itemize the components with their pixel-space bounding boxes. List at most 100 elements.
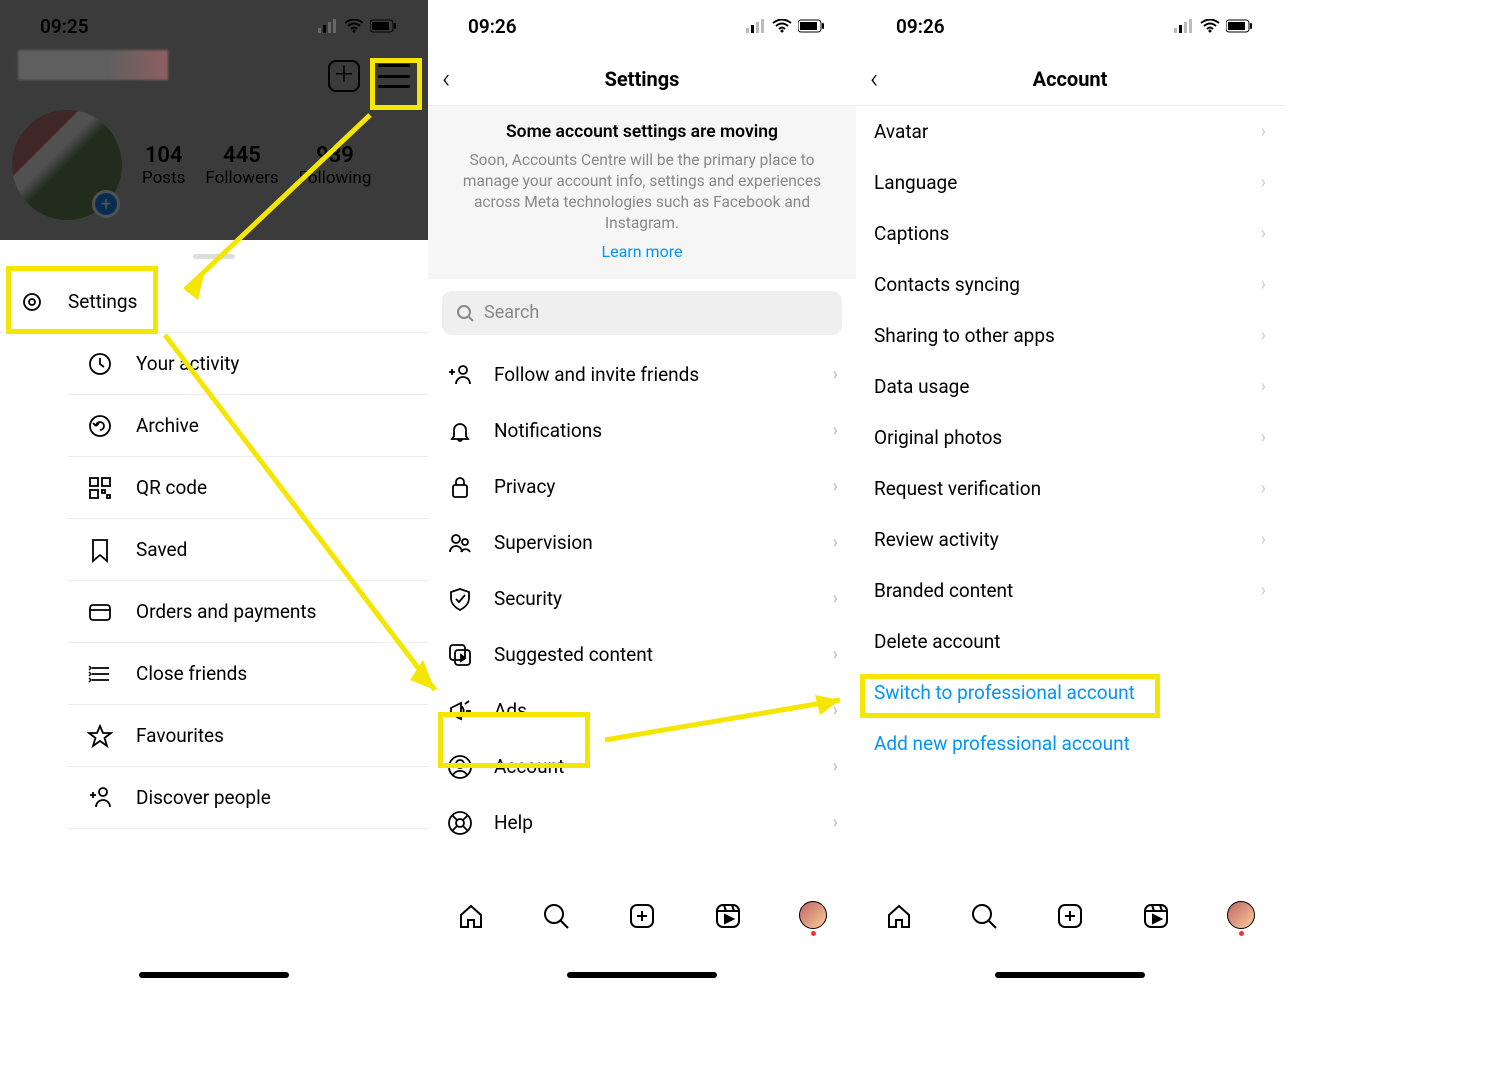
signal-icon <box>318 19 338 33</box>
account-item-review-activity[interactable]: Review activity › <box>856 514 1284 565</box>
chevron-right-icon: › <box>833 532 838 553</box>
page-title: Settings <box>605 67 680 91</box>
account-item-original-photos[interactable]: Original photos› <box>856 412 1284 463</box>
back-button[interactable]: ‹ <box>442 62 450 95</box>
qr-code-icon <box>86 474 114 502</box>
chevron-right-icon: › <box>833 420 838 441</box>
account-label: Sharing to other apps <box>874 324 1055 347</box>
chevron-right-icon: › <box>1261 376 1266 397</box>
chevron-right-icon: › <box>1261 274 1266 295</box>
archive-icon <box>86 412 114 440</box>
chevron-right-icon: › <box>833 756 838 777</box>
orders-icon <box>86 598 114 626</box>
battery-icon <box>370 19 398 33</box>
menu-item-favourites[interactable]: Favourites <box>68 705 428 767</box>
chevron-right-icon: › <box>833 812 838 833</box>
settings-item-security[interactable]: Security › <box>428 571 856 627</box>
settings-item-privacy[interactable]: Privacy› <box>428 459 856 515</box>
page-title: Account <box>1033 67 1108 91</box>
signal-icon <box>1174 19 1194 33</box>
tab-profile[interactable] <box>799 901 827 936</box>
status-bar: 09:26 <box>428 0 856 52</box>
phone-account: 09:26 ‹ Account Avatar›Language›Captions… <box>856 0 1284 1078</box>
account-label: Captions <box>874 222 949 245</box>
your-activity-icon <box>86 350 114 378</box>
account-label: Contacts syncing <box>874 273 1020 296</box>
tab-bar <box>856 888 1284 948</box>
account-item-sharing-apps[interactable]: Sharing to other apps› <box>856 310 1284 361</box>
settings-label: Security <box>494 587 562 610</box>
settings-item-suggested[interactable]: Suggested content› <box>428 627 856 683</box>
chevron-right-icon: › <box>1261 529 1266 550</box>
tab-profile[interactable] <box>1227 901 1255 936</box>
account-label: Request verification <box>874 477 1041 500</box>
tab-reels[interactable] <box>1142 902 1170 934</box>
tab-create[interactable] <box>628 902 656 934</box>
status-time: 09:26 <box>896 15 945 38</box>
chevron-right-icon: › <box>1261 223 1266 244</box>
status-bar: 09:25 <box>0 0 428 52</box>
account-link-label: Add new professional account <box>874 732 1130 755</box>
account-label: Language <box>874 171 957 194</box>
search-input[interactable]: Search <box>442 291 842 335</box>
settings-item-follow-invite[interactable]: Follow and invite friends › <box>428 347 856 403</box>
signal-icon <box>746 19 766 33</box>
account-item-data-usage[interactable]: Data usage › <box>856 361 1284 412</box>
learn-more-link[interactable]: Learn more <box>462 242 822 261</box>
chevron-right-icon: › <box>1261 580 1266 601</box>
settings-header: ‹ Settings <box>428 52 856 106</box>
account-header: ‹ Account <box>856 52 1284 106</box>
menu-item-discover[interactable]: Discover people <box>68 767 428 829</box>
settings-label: Supervision <box>494 531 593 554</box>
tab-reels[interactable] <box>714 902 742 934</box>
settings-label: Privacy <box>494 475 555 498</box>
menu-label: Discover people <box>136 786 271 809</box>
chevron-right-icon: › <box>1261 172 1266 193</box>
account-item-captions[interactable]: Captions › <box>856 208 1284 259</box>
status-time: 09:26 <box>468 15 517 38</box>
close-friends-icon <box>86 660 114 688</box>
tab-search[interactable] <box>970 902 998 934</box>
back-button[interactable]: ‹ <box>870 62 878 95</box>
tab-home[interactable] <box>457 902 485 934</box>
phone-settings: 09:26 ‹ Settings Some account settings a… <box>428 0 856 1078</box>
highlight-hamburger <box>370 58 422 110</box>
discover-icon <box>86 784 114 812</box>
settings-item-supervision[interactable]: Supervision › <box>428 515 856 571</box>
account-link-add-pro[interactable]: Add new professional account <box>856 718 1284 769</box>
account-item-request-verification[interactable]: Request verification› <box>856 463 1284 514</box>
wifi-icon <box>1200 19 1220 33</box>
account-label: Review activity <box>874 528 999 551</box>
settings-label: Follow and invite friends <box>494 363 699 386</box>
home-indicator <box>995 972 1145 978</box>
highlight-switch-pro <box>860 674 1160 718</box>
saved-icon <box>86 536 114 564</box>
chevron-right-icon: › <box>833 588 838 609</box>
account-item-branded-content[interactable]: Branded content› <box>856 565 1284 616</box>
settings-label: Notifications <box>494 419 602 442</box>
wifi-icon <box>344 19 364 33</box>
status-icons <box>318 19 398 33</box>
account-item-avatar[interactable]: Avatar› <box>856 106 1284 157</box>
account-item-language[interactable]: Language › <box>856 157 1284 208</box>
settings-item-help[interactable]: Help› <box>428 795 856 851</box>
status-icons <box>746 19 826 33</box>
accounts-centre-notice: Some account settings are moving Soon, A… <box>428 106 856 279</box>
battery-icon <box>1226 19 1254 33</box>
favourites-icon <box>86 722 114 750</box>
account-item-delete-account[interactable]: Delete account <box>856 616 1284 667</box>
settings-item-notifications[interactable]: Notifications › <box>428 403 856 459</box>
username-redacted <box>18 50 168 80</box>
settings-label: Suggested content <box>494 643 653 666</box>
search-placeholder: Search <box>484 302 539 323</box>
battery-icon <box>798 19 826 33</box>
search-icon <box>456 304 474 322</box>
account-item-contacts-syncing[interactable]: Contacts syncing › <box>856 259 1284 310</box>
tab-home[interactable] <box>885 902 913 934</box>
notice-body: Soon, Accounts Centre will be the primar… <box>462 150 822 234</box>
tab-search[interactable] <box>542 902 570 934</box>
home-indicator <box>567 972 717 978</box>
tab-create[interactable] <box>1056 902 1084 934</box>
chevron-right-icon: › <box>833 364 838 385</box>
account-label: Data usage <box>874 375 969 398</box>
